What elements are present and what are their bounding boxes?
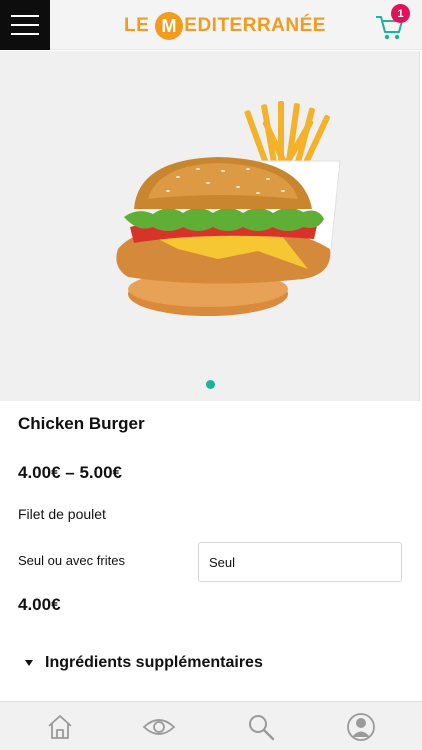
chicken-burger-image	[116, 101, 341, 316]
logo-prefix: LE	[124, 15, 150, 36]
price-range: 4.00€ – 5.00€	[18, 463, 122, 482]
home-icon	[48, 715, 72, 739]
logo-suffix: EDITERRANÉE	[184, 15, 326, 36]
extra-ingredients-toggle[interactable]: Ingrédients supplémentaires	[25, 654, 263, 672]
logo-initial: M	[155, 12, 184, 40]
product-image-carousel[interactable]	[0, 51, 420, 401]
product-description: Filet de poulet	[18, 506, 106, 522]
caret-down-icon	[25, 660, 33, 666]
nav-view-button[interactable]	[142, 711, 176, 743]
fries-option-label: Seul ou avec frites	[18, 553, 125, 568]
fries-option-value: Seul	[209, 554, 236, 570]
cart-button[interactable]: 1	[374, 4, 414, 44]
nav-search-button[interactable]	[244, 711, 278, 743]
product-title: Chicken Burger	[18, 414, 145, 433]
logo[interactable]: LE M EDITERRANÉE	[124, 11, 326, 41]
hamburger-menu-button[interactable]	[0, 0, 50, 50]
extra-ingredients-label: Ingrédients supplémentaires	[45, 654, 263, 671]
carousel-indicator-dot[interactable]	[206, 380, 215, 389]
cart-count-badge: 1	[391, 4, 410, 23]
nav-home-button[interactable]	[43, 711, 77, 743]
nav-account-button[interactable]	[344, 711, 378, 743]
eye-icon	[142, 719, 176, 735]
user-icon	[347, 713, 375, 741]
fries-option-select[interactable]: Seul	[198, 542, 402, 582]
bottom-navigation	[0, 701, 422, 750]
top-bar: LE M EDITERRANÉE 1	[0, 0, 422, 50]
selected-price: 4.00€	[18, 595, 61, 614]
search-icon	[249, 715, 275, 741]
